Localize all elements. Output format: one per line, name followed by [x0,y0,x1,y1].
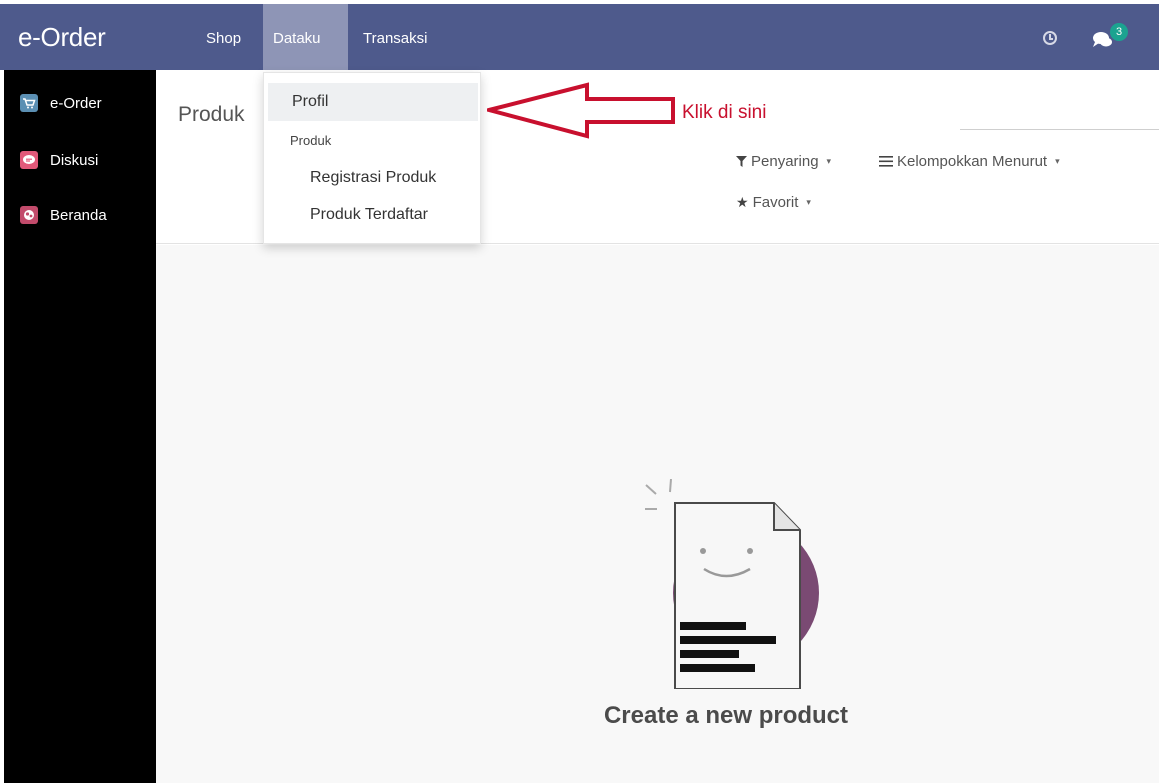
breadcrumb: Produk [178,103,245,126]
sidebar-item-label: Beranda [50,206,107,224]
top-navbar: e-Order Shop Dataku Transaksi 3 [0,4,1159,70]
sidebar-item-diskusi[interactable]: Diskusi [20,148,98,172]
cart-icon [20,94,38,112]
favorite-button[interactable]: ★ Favorit ▾ [736,194,811,211]
menu-dataku[interactable]: Dataku [273,30,321,47]
app-brand[interactable]: e-Order [18,22,106,53]
filter-button[interactable]: Penyaring ▾ [736,153,831,170]
sidebar-item-label: e-Order [50,94,102,112]
dropdown-section-header: Produk [290,133,332,148]
dropdown-item-profil[interactable]: Profil [292,93,328,111]
favorite-label: Favorit [752,194,799,211]
empty-document-illustration [645,479,819,689]
group-by-button[interactable]: Kelompokkan Menurut ▾ [879,153,1060,170]
annotation-arrow-icon [487,82,675,139]
dataku-dropdown-menu: Profil Produk Registrasi Produk Produk T… [263,72,481,244]
caret-down-icon: ▾ [806,197,811,207]
search-input[interactable] [960,129,1159,130]
menu-transaksi[interactable]: Transaksi [363,30,427,47]
bars-icon [879,154,893,170]
chat-counter-badge: 3 [1110,23,1128,41]
caret-down-icon: ▾ [1055,156,1060,166]
menu-shop[interactable]: Shop [206,30,241,47]
home-icon [20,206,38,224]
page: e-Order Shop Dataku Transaksi 3 e-Order … [0,0,1159,783]
sidebar-item-label: Diskusi [50,151,99,169]
sidebar-item-e-order[interactable]: e-Order [20,91,102,115]
group-by-label: Kelompokkan Menurut [897,153,1048,170]
filter-icon [736,154,747,170]
content-area: Create a new product [156,245,1159,783]
annotation-text: Klik di sini [682,102,767,123]
filter-label: Penyaring [751,153,819,170]
sidebar-item-beranda[interactable]: Beranda [20,203,107,227]
clock-icon[interactable] [1043,31,1057,45]
speech-bubble-icon [20,151,38,169]
dropdown-item-produk-terdaftar[interactable]: Produk Terdaftar [310,206,428,224]
dropdown-item-registrasi-produk[interactable]: Registrasi Produk [310,169,436,187]
caret-down-icon: ▾ [826,156,832,166]
empty-state-title: Create a new product [603,702,849,729]
sidebar: e-Order Diskusi Beranda [4,70,156,783]
star-icon: ★ [736,194,749,210]
